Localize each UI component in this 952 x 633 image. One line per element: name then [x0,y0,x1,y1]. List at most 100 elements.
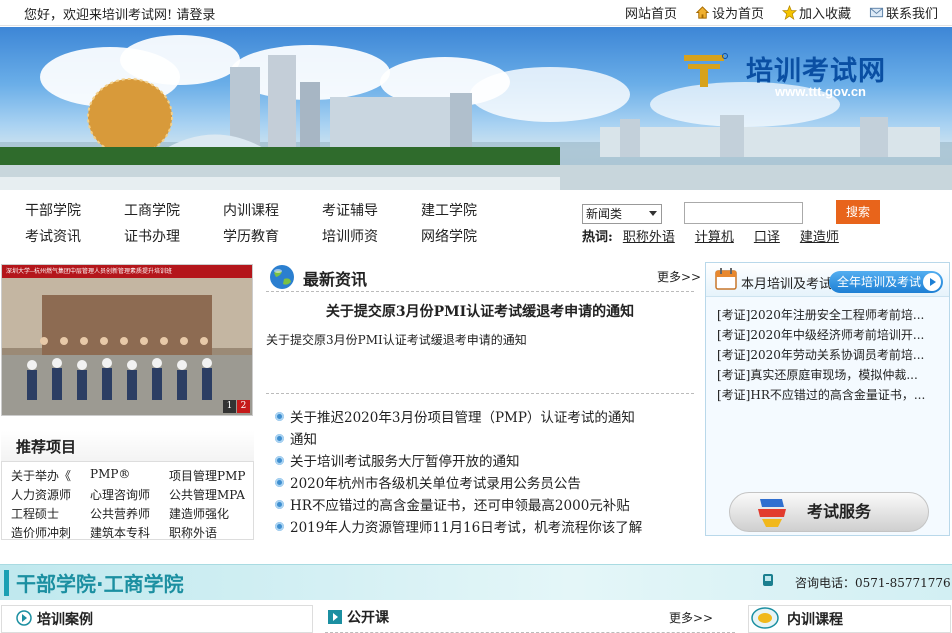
add-favorite-label: 加入收藏 [798,7,851,22]
section-accent [4,570,9,596]
exam-service-icon [758,499,786,527]
list-item[interactable]: 关于培训考试服务大厅暂停开放的通知 [275,449,642,471]
recommend-item[interactable]: 建造师强化 [169,505,259,522]
list-item[interactable]: 关于推迟2020年3月份项目管理（PMP）认证考试的通知 [275,405,642,427]
bullet-icon [275,411,284,421]
news-title: 最新资讯 [303,270,368,289]
news-link[interactable]: 2019年人力资源管理师11月16日考试，机考流程你该了解 [290,516,642,536]
news-headline[interactable]: 关于提交原3月份PMI认证考试缓退考申请的通知 [266,301,694,321]
recommend-item[interactable]: 关于举办《 [11,467,90,484]
hot-words: 热词: 职称外语 计算机 口译 建造师 [582,226,839,245]
search-input[interactable] [684,202,803,224]
list-item[interactable]: [考证]2020年注册安全工程师考前培... [717,306,925,326]
photo-slider[interactable]: 深圳大学--杭州燃气集团中层管理人员创新管理素质提升培训班 1 2 [1,264,253,416]
public-course-more-link[interactable]: 更多>> [669,609,713,626]
slider-pager: 1 2 [223,400,250,413]
nav-item[interactable]: 考证辅导 [322,200,421,220]
list-item[interactable]: 通知 [275,427,642,449]
house-icon [695,6,710,19]
set-homepage-link[interactable]: 设为首页 [695,3,764,22]
phone-icon [763,574,773,586]
recommend-item[interactable]: 职称外语 [169,524,259,541]
hero-banner: 培训考试网 www.ttt.gov.cn [0,27,952,190]
recommend-item[interactable]: PMP® [90,467,169,484]
recommend-item[interactable]: 建筑本专科 [90,524,169,541]
bullet-icon [275,521,284,531]
bullet-icon [275,433,284,443]
top-links: 网站首页 设为首页 加入收藏 联系我们 [625,3,938,22]
list-item[interactable]: [考证]HR不应错过的高含金量证书，... [717,386,925,406]
nav-item[interactable]: 建工学院 [421,200,520,220]
recommend-item[interactable]: 人力资源师 [11,486,90,503]
exam-link[interactable]: [考证]2020年中级经济师考前培训开... [717,328,924,342]
globe-icon [270,265,294,289]
slider-page-button[interactable]: 2 [237,400,250,413]
arrow-right-icon [328,610,342,624]
exam-link[interactable]: [考证]HR不应错过的高含金量证书，... [717,388,925,402]
nav-item[interactable]: 培训师资 [322,226,421,246]
recommend-item[interactable]: 公共管理MPA [169,486,259,503]
news-link[interactable]: 关于推迟2020年3月份项目管理（PMP）认证考试的通知 [290,406,635,426]
nav-item[interactable]: 证书办理 [124,226,223,246]
training-cases-title[interactable]: 培训案例 [37,609,93,629]
bullet-icon [275,499,284,509]
home-link[interactable]: 网站首页 [625,3,677,22]
exam-link[interactable]: [考证]2020年劳动关系协调员考前培... [717,348,924,362]
recommend-item[interactable]: 心理咨询师 [90,486,169,503]
consult-phone: 咨询电话：0571-85771776 [795,576,951,590]
exam-list: [考证]2020年注册安全工程师考前培... [考证]2020年中级经济师考前培… [717,306,925,406]
nav-item[interactable]: 工商学院 [124,200,223,220]
arrow-circle-icon [16,610,32,626]
recommend-list: 关于举办《 PMP® 项目管理PMP 人力资源师 心理咨询师 公共管理MPA 工… [11,467,259,541]
news-more-link[interactable]: 更多>> [657,268,701,285]
site-url: www.ttt.gov.cn [775,84,866,99]
star-icon [781,5,797,20]
news-link[interactable]: 通知 [290,428,317,448]
exam-link[interactable]: [考证]2020年注册安全工程师考前培... [717,308,924,322]
set-homepage-label: 设为首页 [711,7,764,22]
exam-service-label: 考试服务 [807,502,872,521]
hot-word-link[interactable]: 计算机 [695,226,734,245]
list-item[interactable]: 2019年人力资源管理师11月16日考试，机考流程你该了解 [275,515,642,537]
recommend-item[interactable]: 项目管理PMP [169,467,259,484]
slider-page-button[interactable]: 1 [223,400,236,413]
news-divider [266,393,694,394]
site-name: 培训考试网 [746,56,886,87]
nav-item[interactable]: 干部学院 [25,200,124,220]
all-year-exam-label: 全年培训及考试 [837,275,922,289]
recommend-title: 推荐项目 [16,438,77,456]
group-photo-image [2,265,252,415]
recommend-item[interactable]: 公共营养师 [90,505,169,522]
inhouse-course-title[interactable]: 内训课程 [787,609,843,629]
welcome-text[interactable]: 您好，欢迎来培训考试网! 请登录 [24,4,215,23]
contact-label: 联系我们 [885,7,938,22]
site-logo-icon [684,53,728,87]
recommend-item[interactable]: 造价师冲刺 [11,524,90,541]
nav-item[interactable]: 学历教育 [223,226,322,246]
list-item[interactable]: [考证]真实还原庭审现场，模拟仲裁... [717,366,925,386]
hot-words-label: 热词: [582,230,613,245]
list-item[interactable]: HR不应错过的高含金量证书，还可申领最高2000元补贴 [275,493,642,515]
section-title: 干部学院·工商学院 [16,572,184,596]
search-button[interactable]: 搜索 [836,200,880,224]
nav-item[interactable]: 考试资讯 [25,226,124,246]
nav-item[interactable]: 内训课程 [223,200,322,220]
contact-link[interactable]: 联系我们 [869,3,938,22]
news-link[interactable]: HR不应错过的高含金量证书，还可申领最高2000元补贴 [290,494,630,514]
recommend-item[interactable]: 工程硕士 [11,505,90,522]
nav-item[interactable]: 网络学院 [421,226,520,246]
search-category-select[interactable]: 新闻类 [582,204,662,224]
public-course-title[interactable]: 公开课 [347,607,389,627]
hot-word-link[interactable]: 口译 [754,226,780,245]
list-item[interactable]: [考证]2020年中级经济师考前培训开... [717,326,925,346]
news-link[interactable]: 2020年杭州市各级机关单位考试录用公务员公告 [290,472,581,492]
exam-link[interactable]: [考证]真实还原庭审现场，模拟仲裁... [717,368,918,382]
all-year-exam-button[interactable]: 全年培训及考试 [829,271,943,293]
chevron-down-icon [649,211,657,216]
list-item[interactable]: 2020年杭州市各级机关单位考试录用公务员公告 [275,471,642,493]
list-item[interactable]: [考证]2020年劳动关系协调员考前培... [717,346,925,366]
add-favorite-link[interactable]: 加入收藏 [781,3,851,22]
hot-word-link[interactable]: 职称外语 [623,226,675,245]
news-link[interactable]: 关于培训考试服务大厅暂停开放的通知 [290,450,520,470]
hot-word-link[interactable]: 建造师 [800,226,839,245]
